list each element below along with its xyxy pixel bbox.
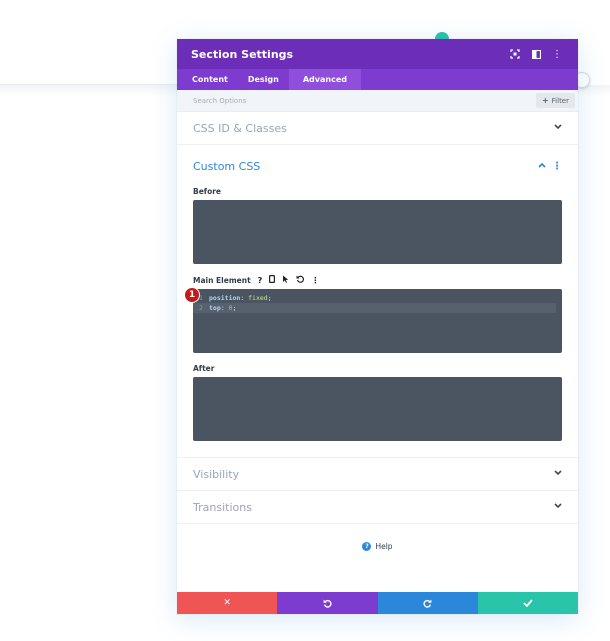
- custom-css-title: Custom CSS: [193, 159, 261, 173]
- search-input[interactable]: Search Options: [193, 97, 246, 105]
- undo-button[interactable]: [277, 592, 378, 614]
- save-button[interactable]: [477, 592, 578, 614]
- chevron-down-icon: [554, 469, 562, 479]
- expand-icon[interactable]: [506, 45, 524, 63]
- tab-content[interactable]: Content: [182, 69, 238, 90]
- css-value: fixed: [248, 294, 268, 302]
- visibility-label: Visibility: [193, 467, 240, 481]
- css-id-classes-label: CSS ID & Classes: [193, 121, 287, 135]
- mobile-icon[interactable]: [269, 275, 276, 285]
- question-icon[interactable]: ?: [258, 276, 263, 285]
- main-element-row: Main Element ? ⋮: [193, 275, 562, 285]
- more-vertical-icon[interactable]: ⋮: [552, 161, 562, 172]
- before-css-editor[interactable]: [193, 200, 562, 264]
- modal-header: Section Settings ⋮: [177, 39, 578, 69]
- help-label: Help: [375, 541, 393, 551]
- chevron-down-icon: [554, 123, 562, 133]
- help-icon: ?: [362, 541, 372, 551]
- transitions-label: Transitions: [193, 500, 252, 514]
- main-element-label: Main Element: [193, 275, 251, 285]
- help-link[interactable]: ? Help: [177, 524, 578, 568]
- redo-button[interactable]: [377, 592, 478, 614]
- tab-design[interactable]: Design: [238, 69, 289, 90]
- css-property: top: [209, 304, 221, 312]
- line-number: 2: [199, 304, 203, 312]
- section-settings-modal: Section Settings ⋮ Content Design Advanc…: [177, 39, 578, 614]
- code-line: 1 position: fixed;: [193, 293, 562, 303]
- step-badge: 1: [184, 287, 200, 303]
- before-label: Before: [193, 187, 222, 196]
- filter-label: Filter: [551, 96, 569, 105]
- undo-icon: [323, 599, 332, 608]
- modal-footer: ✕: [177, 592, 578, 614]
- modal-title: Section Settings: [191, 47, 294, 61]
- after-css-editor[interactable]: [193, 377, 562, 441]
- code-line-active: 2 top: 0;: [193, 303, 556, 313]
- tab-bar: Content Design Advanced: [177, 69, 578, 90]
- undo-icon[interactable]: [296, 275, 305, 285]
- custom-css-header[interactable]: Custom CSS ⋮: [193, 145, 562, 187]
- check-icon: [523, 599, 533, 607]
- filter-button[interactable]: + Filter: [535, 93, 575, 108]
- visibility-toggle[interactable]: Visibility: [177, 458, 578, 491]
- chevron-up-icon[interactable]: [538, 161, 546, 171]
- redo-icon: [423, 599, 432, 608]
- more-vertical-icon[interactable]: ⋮: [311, 276, 319, 285]
- css-id-classes-toggle[interactable]: CSS ID & Classes: [177, 112, 578, 145]
- search-options-bar: Search Options + Filter: [177, 90, 578, 112]
- columns-icon[interactable]: [527, 45, 545, 63]
- close-icon: ✕: [223, 598, 231, 608]
- more-vertical-icon[interactable]: ⋮: [548, 45, 566, 63]
- after-label: After: [193, 364, 215, 373]
- transitions-toggle[interactable]: Transitions: [177, 491, 578, 524]
- tab-advanced[interactable]: Advanced: [288, 69, 361, 90]
- plus-icon: +: [541, 96, 549, 105]
- chevron-down-icon: [554, 502, 562, 512]
- cancel-button[interactable]: ✕: [177, 592, 278, 614]
- css-property: position: [209, 294, 241, 302]
- cursor-icon[interactable]: [282, 275, 289, 285]
- main-element-css-editor[interactable]: 1 1 position: fixed; 2 top: 0;: [184, 287, 562, 353]
- custom-css-section: Custom CSS ⋮ Before Main Element ? ⋮ 1 1…: [177, 145, 578, 458]
